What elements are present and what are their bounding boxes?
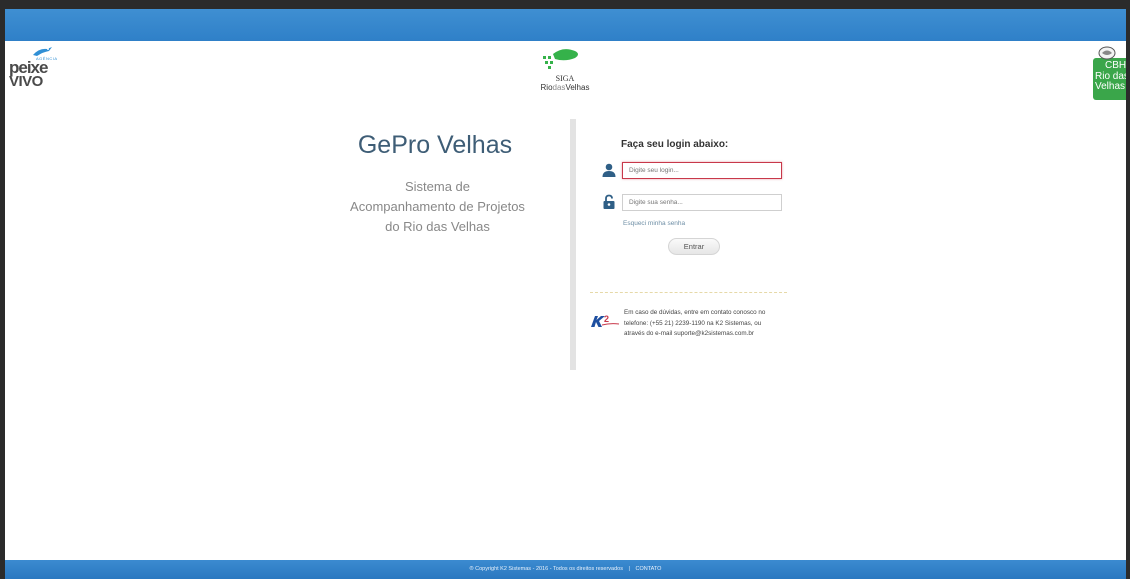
contact-line3: através do e-mail suporte@k2sistemas.com… [624,330,754,337]
vertical-divider [570,119,576,370]
contact-info: Em caso de dúvidas, entre em contato con… [624,308,792,340]
lock-icon [603,194,615,209]
siga-subtitle: RiodasVelhas [525,83,605,92]
cbh-badge: CBH Rio das Velhas [1093,58,1126,100]
footer-copyright: ® Copyright K2 Sistemas - 2016 - Todos o… [469,566,623,572]
siga-logo: SIGA RiodasVelhas [525,46,605,92]
siga-velhas: Velhas [565,83,590,92]
app-subtitle-line2: Acompanhamento de Projetos [350,199,525,214]
forgot-password-link[interactable]: Esqueci minha senha [623,220,685,227]
siga-title: SIGA [555,74,575,83]
dashed-divider [590,292,787,293]
contact-line2: telefone: (+55 21) 2239-1190 na K2 Siste… [624,319,762,327]
cbh-velhas: Velhas [1095,81,1126,92]
fish-emblem-icon [1098,46,1116,60]
top-bar [5,9,1126,41]
app-subtitle-line1: Sistema de [404,179,471,194]
footer-contact-link[interactable]: CONTATO [635,566,661,572]
siga-rio: Rio [540,83,553,92]
contact-line1: Em caso de dúvidas, entre em contato con… [624,309,766,316]
peixe-vivo-logo: AGÊNCIA peixe VIVO [9,46,61,90]
svg-text:2: 2 [604,314,609,324]
footer: ® Copyright K2 Sistemas - 2016 - Todos o… [5,560,1126,579]
siga-das: das [552,83,566,92]
login-heading: Faça seu login abaixo: [621,139,729,150]
logo-vivo-text: VIVO [9,73,43,90]
app-subtitle-line3: do Rio das Velhas [385,219,490,234]
fish-icon [543,49,578,69]
footer-separator: | [628,566,630,572]
app-subtitle: Sistema de Acompanhamento de Projetos do… [305,177,570,237]
k2-logo: 2 [591,314,620,327]
user-icon [602,163,616,177]
cbh-logo: CBH Rio das Velhas [1093,44,1126,100]
app-title: GePro Velhas [357,131,513,159]
login-button[interactable]: Entrar [668,238,720,255]
page: AGÊNCIA peixe VIVO SIGA RiodasVelhas CBH… [5,9,1126,579]
login-input[interactable] [622,162,782,179]
password-input[interactable] [622,194,782,211]
